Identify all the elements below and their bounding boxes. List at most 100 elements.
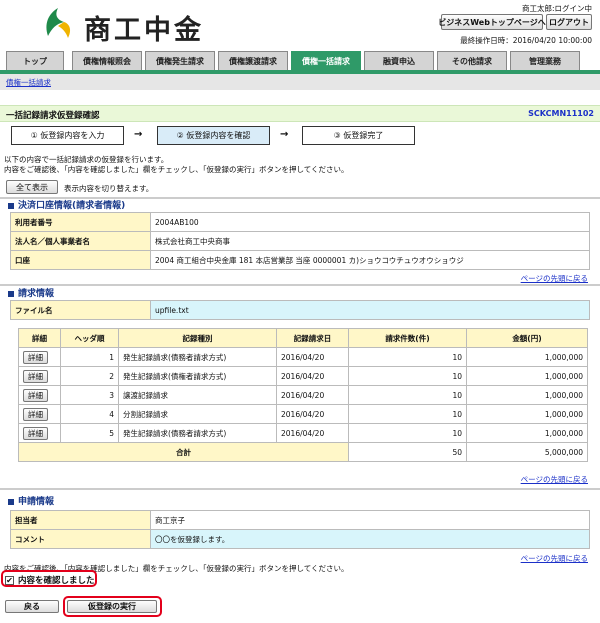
amount-cell: 1,000,000 (466, 385, 588, 405)
date-cell: 2016/04/20 (276, 423, 349, 443)
breadcrumb[interactable]: 債権一括請求 (6, 77, 51, 88)
request-section-title: 請求情報 (8, 286, 54, 299)
file-name-value: upfile.txt (150, 300, 590, 320)
logo-mark-icon (46, 8, 71, 38)
tab-top[interactable]: トップ (6, 51, 64, 70)
company-name-label: 法人名／個人事業者名 (10, 231, 151, 251)
total-amount: 5,000,000 (466, 442, 588, 462)
application-table: 担当者 商工京子 コメント 〇〇を仮登録します。 (10, 510, 590, 549)
back-button[interactable]: 戻る (5, 600, 59, 613)
step-arrow-2: → (280, 129, 289, 140)
detail-cell: 詳細 (18, 347, 61, 367)
section-marker-icon (8, 498, 14, 505)
col-date: 記録請求日 (276, 328, 349, 348)
section-marker-icon (8, 202, 14, 209)
show-all-button[interactable]: 全て表示 (6, 180, 58, 194)
tab-credit-transfer[interactable]: 債権譲渡請求 (218, 51, 288, 70)
last-operation-time: 最終操作日時：2016/04/20 10:00:00 (460, 36, 592, 45)
screen-code: SCKCMN11102 (528, 109, 594, 118)
col-order: ヘッダ順 (60, 328, 119, 348)
order-cell: 3 (60, 385, 119, 405)
person-value: 商工京子 (150, 510, 590, 530)
table-row: 詳細 3 譲渡記録請求 2016/04/20 10 1,000,000 (18, 385, 588, 405)
detail-cell: 詳細 (18, 385, 61, 405)
back-to-top-link[interactable]: ページの先頭に戻る (521, 273, 588, 284)
step-arrow-1: → (134, 129, 143, 140)
amount-cell: 1,000,000 (466, 423, 588, 443)
tab-loan-application[interactable]: 融資申込 (364, 51, 434, 70)
file-name-label: ファイル名 (10, 300, 151, 320)
col-detail: 詳細 (18, 328, 61, 348)
order-cell: 1 (60, 347, 119, 367)
detail-button[interactable]: 詳細 (23, 350, 48, 364)
count-cell: 10 (348, 347, 467, 367)
total-row: 合計 50 5,000,000 (18, 442, 588, 462)
detail-button[interactable]: 詳細 (23, 369, 48, 383)
tab-bulk-request[interactable]: 債権一括請求 (291, 51, 361, 70)
execute-highlight (63, 596, 162, 617)
table-row: 担当者 商工京子 (10, 510, 590, 530)
request-title-text: 請求情報 (18, 289, 55, 299)
count-cell: 10 (348, 366, 467, 386)
type-cell: 発生記録請求(債務者請求方式) (118, 347, 277, 367)
amount-cell: 1,000,000 (466, 347, 588, 367)
detail-button[interactable]: 詳細 (23, 426, 48, 440)
count-cell: 10 (348, 385, 467, 405)
show-all-text: 表示内容を切り替えます。 (64, 184, 154, 193)
table-row: コメント 〇〇を仮登録します。 (10, 529, 590, 549)
comment-label: コメント (10, 529, 151, 549)
step-3: ③ 仮登録完了 (302, 126, 415, 145)
type-cell: 分割記録請求 (118, 404, 277, 424)
business-web-top-button[interactable]: ビジネスWebトップページへ (438, 14, 546, 30)
table-row: 詳細 2 発生記録請求(債権者請求方式) 2016/04/20 10 1,000,000 (18, 366, 588, 386)
user-status: 商工太郎:ログイン中 (521, 4, 592, 13)
count-cell: 10 (348, 404, 467, 424)
brand-name: 商工中金 (84, 15, 204, 46)
table-row: 法人名／個人事業者名 株式会社商工中央商事 (10, 231, 590, 251)
tab-credit-inquiry[interactable]: 債権情報照会 (72, 51, 142, 70)
order-cell: 4 (60, 404, 119, 424)
logout-button[interactable]: ログアウト (546, 14, 592, 30)
back-to-top-link[interactable]: ページの先頭に戻る (521, 553, 588, 564)
type-cell: 発生記録請求(債権者請求方式) (118, 366, 277, 386)
table-row: 詳細 5 発生記録請求(債務者請求方式) 2016/04/20 10 1,000,000 (18, 423, 588, 443)
settlement-table: 利用者番号 2004AB100 法人名／個人事業者名 株式会社商工中央商事 口座 20… (10, 212, 590, 270)
amount-cell: 1,000,000 (466, 404, 588, 424)
tab-management[interactable]: 管理業務 (510, 51, 580, 70)
total-label: 合計 (18, 442, 349, 462)
date-cell: 2016/04/20 (276, 404, 349, 424)
date-cell: 2016/04/20 (276, 347, 349, 367)
table-row: 詳細 4 分割記録請求 2016/04/20 10 1,000,000 (18, 404, 588, 424)
detail-cell: 詳細 (18, 423, 61, 443)
logo: 商工中金 (40, 6, 250, 46)
step-3-label: ③ 仮登録完了 (333, 131, 384, 140)
detail-button[interactable]: 詳細 (23, 388, 48, 402)
step-1: ① 仮登録内容を入力 (11, 126, 124, 145)
application-title-text: 申請情報 (18, 497, 55, 507)
table-row: 口座 2004 商工組合中央金庫 181 本店営業部 当座 0000001 カ)シ… (10, 250, 590, 270)
col-amount: 金額(円) (466, 328, 588, 348)
user-number-label: 利用者番号 (10, 212, 151, 232)
detail-button[interactable]: 詳細 (23, 407, 48, 421)
user-number-value: 2004AB100 (150, 212, 590, 232)
checkbox-highlight (1, 570, 97, 587)
person-label: 担当者 (10, 510, 151, 530)
application-section-title: 申請情報 (8, 494, 54, 507)
date-cell: 2016/04/20 (276, 385, 349, 405)
tab-other-requests[interactable]: その他請求 (437, 51, 507, 70)
date-cell: 2016/04/20 (276, 366, 349, 386)
type-cell: 譲渡記録請求 (118, 385, 277, 405)
table-row: ファイル名 upfile.txt (10, 300, 590, 320)
order-cell: 5 (60, 423, 119, 443)
section-separator (0, 488, 600, 490)
step-1-label: ① 仮登録内容を入力 (30, 131, 105, 140)
total-count: 50 (348, 442, 467, 462)
company-name-value: 株式会社商工中央商事 (150, 231, 590, 251)
detail-cell: 詳細 (18, 404, 61, 424)
file-table: ファイル名 upfile.txt (10, 300, 590, 320)
col-count: 請求件数(件) (348, 328, 467, 348)
back-to-top-link[interactable]: ページの先頭に戻る (521, 474, 588, 485)
tab-credit-issue[interactable]: 債権発生請求 (145, 51, 215, 70)
count-cell: 10 (348, 423, 467, 443)
step-2: ② 仮登録内容を確認 (157, 126, 270, 145)
